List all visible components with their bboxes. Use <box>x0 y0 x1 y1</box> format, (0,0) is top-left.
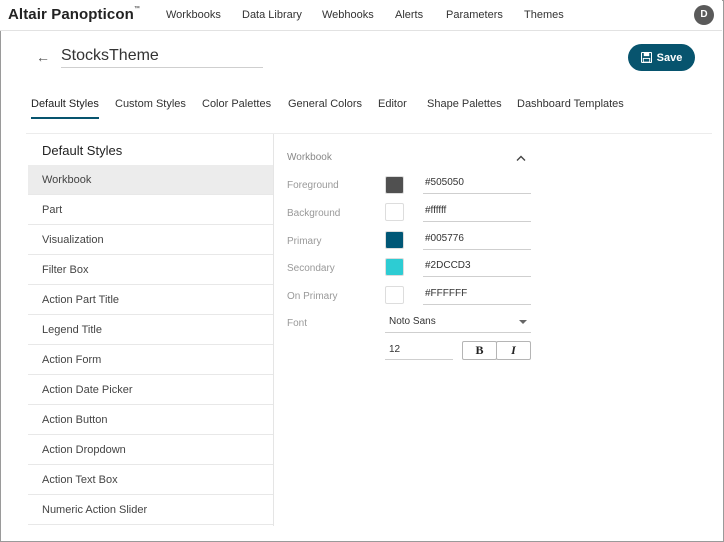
top-navigation: Altair Panopticon™ Workbooks Data Librar… <box>0 0 722 31</box>
user-avatar[interactable]: D <box>694 5 714 25</box>
secondary-swatch[interactable] <box>385 258 404 276</box>
font-family-select[interactable]: Noto Sans <box>385 316 531 333</box>
brand-logo[interactable]: Altair Panopticon™ <box>8 6 140 23</box>
list-item-part[interactable]: Part <box>28 195 273 225</box>
tab-color-palettes[interactable]: Color Palettes <box>202 98 271 110</box>
list-item-legend-title[interactable]: Legend Title <box>28 315 273 345</box>
list-item-numeric-action-slider[interactable]: Numeric Action Slider <box>28 495 273 525</box>
nav-alerts[interactable]: Alerts <box>395 9 423 21</box>
save-button[interactable]: Save <box>628 44 695 71</box>
primary-hex-input[interactable]: #005776 <box>423 233 531 250</box>
floppy-disk-icon <box>640 52 652 63</box>
font-size-input[interactable]: 12 <box>385 344 453 360</box>
save-label: Save <box>656 51 683 64</box>
nav-workbooks[interactable]: Workbooks <box>166 9 221 21</box>
list-item-visualization[interactable]: Visualization <box>28 225 273 255</box>
background-hex-input[interactable]: #ffffff <box>423 205 531 222</box>
brand-name: Altair Panopticon <box>8 6 134 23</box>
chevron-down-icon <box>519 320 527 324</box>
font-family-value: Noto Sans <box>389 316 436 327</box>
theme-tabs: Default Styles Custom Styles Color Palet… <box>0 94 712 120</box>
brand-trademark: ™ <box>133 6 140 12</box>
list-item-action-form[interactable]: Action Form <box>28 345 273 375</box>
tab-custom-styles[interactable]: Custom Styles <box>115 98 186 110</box>
background-label: Background <box>287 208 341 219</box>
primary-label: Primary <box>287 236 322 247</box>
default-styles-list: Default Styles Workbook Part Visualizati… <box>28 134 274 526</box>
primary-swatch[interactable] <box>385 231 404 249</box>
list-item-action-dropdown[interactable]: Action Dropdown <box>28 435 273 465</box>
nav-webhooks[interactable]: Webhooks <box>322 9 374 21</box>
background-swatch[interactable] <box>385 203 404 221</box>
foreground-swatch[interactable] <box>385 176 404 194</box>
on-primary-swatch[interactable] <box>385 286 404 304</box>
tab-general-colors[interactable]: General Colors <box>288 98 362 110</box>
on-primary-hex-input[interactable]: #FFFFFF <box>423 288 531 305</box>
nav-parameters[interactable]: Parameters <box>446 9 503 21</box>
chevron-up-icon[interactable] <box>516 154 526 162</box>
list-item-filter-box[interactable]: Filter Box <box>28 255 273 285</box>
nav-data-library[interactable]: Data Library <box>242 9 302 21</box>
tab-shape-palettes[interactable]: Shape Palettes <box>427 98 502 110</box>
workbook-section-title: Workbook <box>287 152 332 163</box>
foreground-label: Foreground <box>287 180 339 191</box>
list-item-action-part-title[interactable]: Action Part Title <box>28 285 273 315</box>
on-primary-label: On Primary <box>287 291 338 302</box>
list-item-workbook[interactable]: Workbook <box>28 165 273 195</box>
list-title: Default Styles <box>42 143 123 158</box>
list-item-action-date-picker[interactable]: Action Date Picker <box>28 375 273 405</box>
arrow-left-icon[interactable]: ← <box>36 49 50 65</box>
secondary-hex-input[interactable]: #2DCCD3 <box>423 260 531 277</box>
secondary-label: Secondary <box>287 263 335 274</box>
bold-button[interactable]: B <box>462 341 497 360</box>
list-item-action-text-box[interactable]: Action Text Box <box>28 465 273 495</box>
tab-default-styles[interactable]: Default Styles <box>31 98 99 119</box>
theme-name-field[interactable]: StocksTheme <box>61 47 263 68</box>
italic-button[interactable]: I <box>496 341 531 360</box>
list-item-action-button[interactable]: Action Button <box>28 405 273 435</box>
tab-dashboard-templates[interactable]: Dashboard Templates <box>517 98 624 110</box>
font-label: Font <box>287 318 308 329</box>
nav-themes[interactable]: Themes <box>524 9 564 21</box>
tab-editor[interactable]: Editor <box>378 98 407 110</box>
foreground-hex-input[interactable]: #505050 <box>423 177 531 194</box>
